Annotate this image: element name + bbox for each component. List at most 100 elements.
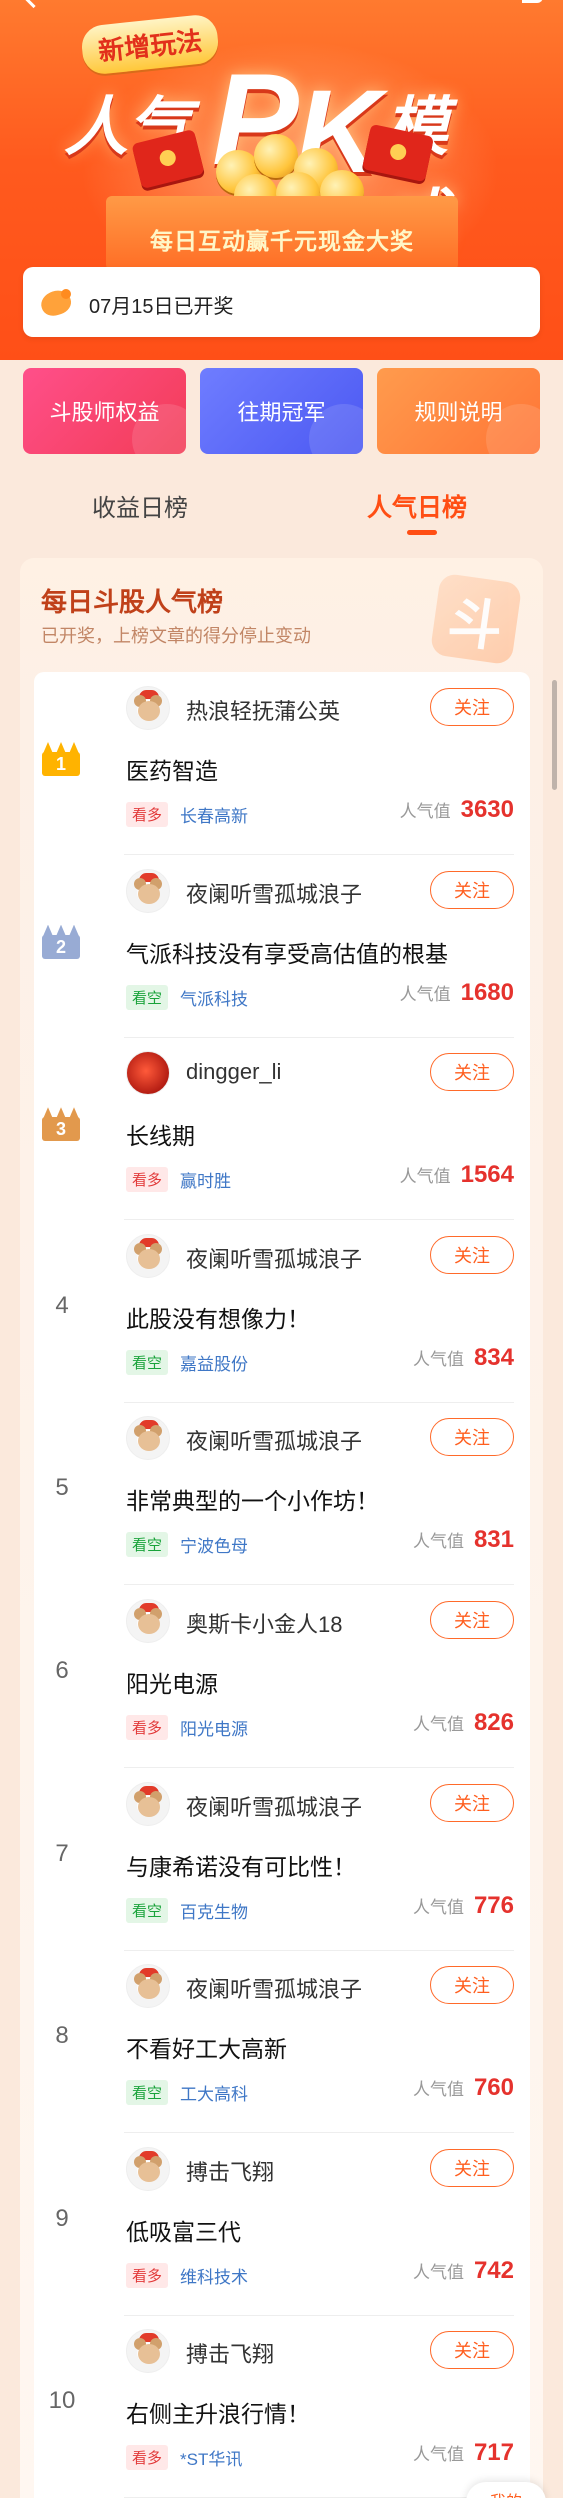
follow-button[interactable]: 关注 — [430, 1966, 514, 2005]
rank-number: 3 — [55, 1119, 66, 1140]
follow-button[interactable]: 关注 — [430, 2148, 514, 2187]
avatar[interactable] — [126, 868, 170, 913]
avatar[interactable] — [126, 1233, 170, 1278]
post-title[interactable]: 右侧主升浪行情！ — [126, 2395, 310, 2429]
ranking-row[interactable]: 8 夜阑听雪孤城浪子 关注 不看好工大高新 看空 工大高科 人气值 760 — [34, 1950, 530, 2134]
post-title[interactable]: 气派科技没有享受高估值的根基 — [126, 935, 448, 969]
popularity-value: 742 — [473, 2256, 514, 2284]
avatar[interactable] — [126, 1416, 170, 1461]
stock-link[interactable]: 维科技术 — [180, 2263, 248, 2288]
ranking-row[interactable]: 3 dingger_li 关注 长线期 看多 赢时胜 人气值 1564 — [34, 1037, 530, 1221]
tab-popularity-daily[interactable]: 人气日榜 — [367, 488, 467, 524]
stock-link[interactable]: 嘉益股份 — [180, 1350, 248, 1375]
author-name[interactable]: 夜阑听雪孤城浪子 — [186, 1972, 362, 2004]
ranking-row[interactable]: 6 奥斯卡小金人18 关注 阳光电源 看多 阳光电源 人气值 826 — [34, 1585, 530, 1768]
ranking-row[interactable]: 5 夜阑听雪孤城浪子 关注 非常典型的一个小作坊！ 看空 宁波色母 人气值 83… — [34, 1402, 530, 1586]
avatar[interactable] — [126, 1964, 170, 2009]
follow-button[interactable]: 关注 — [430, 1053, 514, 1092]
post-title[interactable]: 此股没有想像力！ — [126, 1300, 310, 1334]
sentiment-tag: 看空 — [126, 984, 169, 1010]
follow-button[interactable]: 关注 — [430, 1601, 514, 1639]
coin-icon — [254, 134, 298, 178]
ranking-row[interactable]: 2 夜阑听雪孤城浪子 关注 气派科技没有享受高估值的根基 看空 气派科技 人气值… — [34, 855, 530, 1038]
author-name[interactable]: 夜阑听雪孤城浪子 — [186, 1790, 362, 1822]
avatar[interactable] — [126, 2329, 170, 2374]
ranking-row[interactable]: 10 搏击飞翔 关注 右侧主升浪行情！ 看多 *ST华讯 人气值 717 — [34, 2315, 530, 2498]
top-bar — [16, 0, 547, 12]
avatar[interactable] — [126, 1599, 170, 1643]
popularity-value: 1680 — [460, 978, 514, 1006]
popularity: 人气值 826 — [413, 1709, 514, 1737]
stock-link[interactable]: 百克生物 — [180, 1898, 248, 1923]
stock-link[interactable]: 工大高科 — [180, 2080, 248, 2105]
ranking-row[interactable]: 7 夜阑听雪孤城浪子 关注 与康希诺没有可比性！ 看空 百克生物 人气值 776 — [34, 1768, 530, 1951]
rank-number: 2 — [55, 936, 66, 957]
ranking-row[interactable]: 1 热浪轻抚蒲公英 关注 医药智造 看多 长春高新 人气值 3630 — [34, 672, 530, 855]
post-title[interactable]: 非常典型的一个小作坊！ — [126, 1482, 379, 1516]
stock-link[interactable]: 赢时胜 — [180, 1167, 231, 1192]
analyst-benefits-button[interactable]: 斗股师权益 — [23, 368, 186, 454]
popularity-label: 人气值 — [399, 1167, 451, 1187]
popularity-label: 人气值 — [412, 2262, 464, 2282]
popularity-value: 717 — [473, 2439, 514, 2467]
popularity-value: 826 — [473, 1709, 514, 1736]
rules-button[interactable]: 规则说明 — [377, 368, 540, 454]
avatar[interactable] — [126, 1781, 170, 1826]
popularity: 人气值 776 — [413, 1892, 514, 1920]
author-name[interactable]: 夜阑听雪孤城浪子 — [186, 1242, 362, 1274]
tab-earnings-daily[interactable]: 收益日榜 — [92, 488, 188, 523]
active-tab-indicator — [407, 530, 437, 535]
post-title[interactable]: 低吸富三代 — [126, 2213, 241, 2247]
red-envelope-icon — [131, 128, 205, 190]
author-name[interactable]: 夜阑听雪孤城浪子 — [186, 877, 362, 909]
author-name[interactable]: dingger_li — [186, 1059, 281, 1085]
author-name[interactable]: 搏击飞翔 — [186, 2337, 274, 2369]
card-subtitle: 已开奖，上榜文章的得分停止变动 — [41, 626, 311, 646]
crown-icon: 1 — [40, 742, 82, 778]
post-title[interactable]: 与康希诺没有可比性！ — [126, 1848, 356, 1882]
sentiment-tag: 看多 — [126, 802, 169, 827]
follow-button[interactable]: 关注 — [430, 870, 514, 909]
popularity: 人气值 1564 — [400, 1161, 514, 1189]
avatar[interactable] — [126, 2146, 170, 2191]
stock-link[interactable]: *ST华讯 — [180, 2445, 242, 2470]
popularity: 人气值 831 — [413, 1526, 514, 1554]
stock-link[interactable]: 宁波色母 — [180, 1532, 248, 1557]
rank-number: 1 — [55, 754, 66, 774]
scrollbar[interactable] — [552, 680, 557, 790]
back-icon[interactable] — [16, 0, 46, 12]
author-name[interactable]: 搏击飞翔 — [186, 2155, 274, 2187]
draw-notice[interactable]: 07月15日已开奖 — [23, 267, 540, 337]
ranking-row[interactable]: 9 搏击飞翔 关注 低吸富三代 看多 维科技术 人气值 742 — [34, 2133, 530, 2316]
post-title[interactable]: 长线期 — [126, 1117, 195, 1151]
author-name[interactable]: 奥斯卡小金人18 — [186, 1607, 342, 1639]
my-button[interactable]: 我的 — [466, 2482, 546, 2498]
follow-button[interactable]: 关注 — [430, 1235, 514, 1274]
rank-number: 7 — [55, 1839, 69, 1867]
avatar[interactable] — [126, 1051, 170, 1096]
popularity: 人气值 742 — [413, 2257, 514, 2285]
post-title[interactable]: 阳光电源 — [126, 1665, 218, 1699]
author-name[interactable]: 热浪轻抚蒲公英 — [186, 694, 340, 726]
follow-button[interactable]: 关注 — [430, 688, 514, 726]
ranking-row[interactable]: 4 夜阑听雪孤城浪子 关注 此股没有想像力！ 看空 嘉益股份 人气值 834 — [34, 1220, 530, 1403]
rank-number: 8 — [55, 2022, 69, 2050]
stock-link[interactable]: 长春高新 — [180, 802, 248, 827]
avatar[interactable] — [126, 686, 170, 730]
stock-link[interactable]: 阳光电源 — [180, 1715, 248, 1740]
rank-number: 4 — [55, 1291, 69, 1319]
author-name[interactable]: 夜阑听雪孤城浪子 — [186, 1424, 362, 1456]
popularity: 人气值 760 — [413, 2074, 514, 2102]
card-title: 每日斗股人气榜 — [41, 587, 224, 617]
popularity-label: 人气值 — [412, 1532, 464, 1552]
stock-link[interactable]: 气派科技 — [180, 985, 248, 1010]
popularity-label: 人气值 — [399, 984, 451, 1004]
past-champions-button[interactable]: 往期冠军 — [200, 368, 363, 454]
popularity-value: 760 — [473, 2074, 514, 2102]
follow-button[interactable]: 关注 — [430, 1418, 514, 1457]
post-title[interactable]: 医药智造 — [126, 752, 218, 786]
post-title[interactable]: 不看好工大高新 — [126, 2030, 287, 2064]
follow-button[interactable]: 关注 — [430, 2331, 514, 2370]
follow-button[interactable]: 关注 — [430, 1783, 514, 1822]
share-icon[interactable] — [507, 0, 547, 12]
